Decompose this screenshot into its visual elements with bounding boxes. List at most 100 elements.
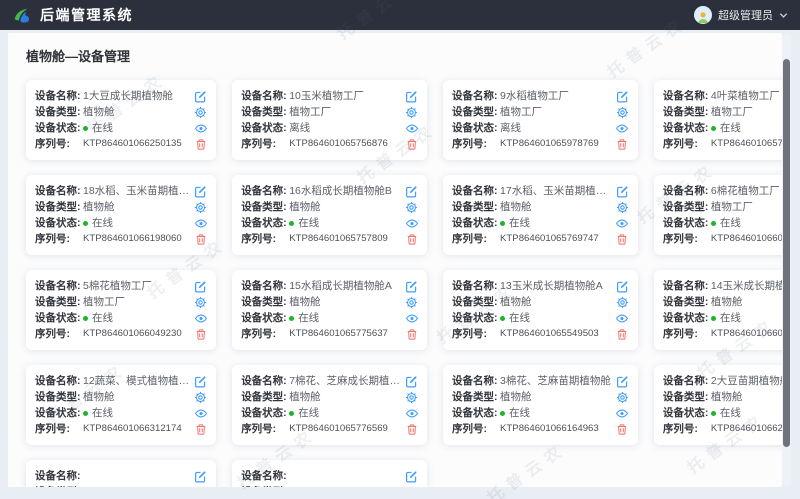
edit-icon[interactable] [404,469,419,483]
device-name-value: 4叶菜植物工厂 [711,89,782,103]
delete-trash-icon[interactable] [615,137,630,151]
view-eye-icon[interactable] [615,121,630,135]
delete-trash-icon[interactable] [193,422,208,436]
settings-gear-icon[interactable] [615,200,630,214]
device-serial-label: 序列号: [35,137,83,151]
edit-icon[interactable] [404,374,419,388]
device-serial-row: 序列号: KTP864601065757809 [241,232,419,246]
edit-icon[interactable] [615,374,630,388]
device-serial-value: KTP864601066198060 [83,232,189,246]
settings-gear-icon[interactable] [615,295,630,309]
device-type-row: 设备类型: 植物舱 [663,390,782,404]
scrollbar-thumb[interactable] [783,59,790,447]
edit-icon[interactable] [193,279,208,293]
view-eye-icon[interactable] [404,406,419,420]
settings-gear-icon[interactable] [193,295,208,309]
device-name-value: 5棉花植物工厂 [83,279,189,293]
view-eye-icon[interactable] [193,121,208,135]
device-type-row: 设备类型: 植物舱 [35,390,208,404]
edit-icon[interactable] [193,374,208,388]
device-type-label: 设备类型: [663,295,711,309]
device-type-row: 设备类型: 植物舱 [452,390,630,404]
settings-gear-icon[interactable] [193,105,208,119]
view-eye-icon[interactable] [404,121,419,135]
device-status-value: 在线 [289,406,400,420]
edit-icon[interactable] [193,89,208,103]
settings-gear-icon[interactable] [615,105,630,119]
settings-gear-icon[interactable] [404,295,419,309]
device-type-value: 植物工厂 [289,105,400,119]
delete-trash-icon[interactable] [404,137,419,151]
edit-icon[interactable] [615,184,630,198]
device-name-label: 设备名称: [241,89,289,103]
scrollbar-track[interactable] [782,33,791,487]
delete-trash-icon[interactable] [615,327,630,341]
device-status-row: 设备状态: 在线 [241,406,419,420]
device-name-label: 设备名称: [35,469,83,483]
delete-trash-icon[interactable] [404,327,419,341]
edit-icon[interactable] [404,89,419,103]
device-type-value: 植物舱 [500,295,611,309]
device-type-row: 设备类型: [241,485,419,487]
view-eye-icon[interactable] [615,406,630,420]
device-serial-value: KTP864601066250135 [83,137,189,151]
edit-icon[interactable] [404,184,419,198]
delete-trash-icon[interactable] [193,232,208,246]
device-serial-row: 序列号: KTP864601066012402 [663,232,782,246]
edit-icon[interactable] [615,279,630,293]
device-status-label: 设备状态: [663,406,711,420]
device-status-label: 设备状态: [663,216,711,230]
device-status-row: 设备状态: 在线 [241,311,419,325]
device-name-value: 18水稻、玉米苗期植… [83,184,189,198]
view-eye-icon[interactable] [193,311,208,325]
edit-icon[interactable] [193,469,208,483]
device-card: 设备名称: 15水稻成长期植物舱A 设备类型: 植物舱 设备状态: [232,270,427,350]
delete-trash-icon[interactable] [193,137,208,151]
settings-gear-icon[interactable] [404,485,419,487]
device-name-value: 10玉米植物工厂 [289,89,400,103]
edit-icon[interactable] [615,89,630,103]
device-name-value: 13玉米成长期植物舱A [500,279,611,293]
delete-trash-icon[interactable] [193,327,208,341]
view-eye-icon[interactable] [615,216,630,230]
device-type-row: 设备类型: 植物工厂 [663,200,782,214]
device-card: 设备名称: 4叶菜植物工厂 设备类型: 植物工厂 设备状态: [654,80,782,160]
settings-gear-icon[interactable] [404,390,419,404]
view-eye-icon[interactable] [615,311,630,325]
device-name-row: 设备名称: 12蔬菜、模式植物植… [35,374,208,388]
device-status-label: 设备状态: [663,121,711,135]
device-status-row: 设备状态: 在线 [663,406,782,420]
delete-trash-icon[interactable] [615,422,630,436]
device-name-value: 6棉花植物工厂 [711,184,782,198]
device-serial-label: 序列号: [241,232,289,246]
device-type-row: 设备类型: 植物舱 [663,295,782,309]
device-name-row: 设备名称: 7棉花、芝麻成长期植… [241,374,419,388]
device-type-value: 植物工厂 [83,295,189,309]
device-type-row: 设备类型: [35,485,208,487]
device-status-row: 设备状态: 离线 [241,121,419,135]
settings-gear-icon[interactable] [193,390,208,404]
settings-gear-icon[interactable] [193,485,208,487]
settings-gear-icon[interactable] [404,200,419,214]
settings-gear-icon[interactable] [193,200,208,214]
device-card: 设备名称: 18水稻、玉米苗期植… 设备类型: 植物舱 设备状态: [26,175,216,255]
online-dot [83,411,88,416]
device-status-row: 设备状态: 在线 [663,216,782,230]
view-eye-icon[interactable] [404,216,419,230]
user-menu[interactable]: 超级管理员 [694,6,788,24]
settings-gear-icon[interactable] [404,105,419,119]
delete-trash-icon[interactable] [404,422,419,436]
delete-trash-icon[interactable] [404,232,419,246]
settings-gear-icon[interactable] [615,390,630,404]
device-type-row: 设备类型: 植物舱 [35,200,208,214]
edit-icon[interactable] [404,279,419,293]
view-eye-icon[interactable] [404,311,419,325]
device-status-value: 在线 [289,311,400,325]
device-status-value: 在线 [83,121,189,135]
view-eye-icon[interactable] [193,216,208,230]
device-card: 设备名称: 10玉米植物工厂 设备类型: 植物工厂 设备状态: [232,80,427,160]
device-serial-label: 序列号: [241,327,289,341]
view-eye-icon[interactable] [193,406,208,420]
edit-icon[interactable] [193,184,208,198]
delete-trash-icon[interactable] [615,232,630,246]
